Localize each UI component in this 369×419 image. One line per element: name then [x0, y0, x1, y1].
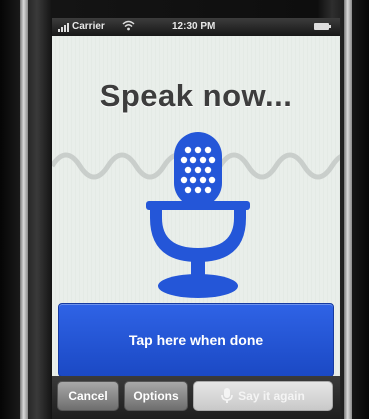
- say-it-again-label: Say it again: [238, 389, 305, 403]
- phone-screen: Carrier 12:30 PM Speak now... Tap here w…: [52, 18, 340, 419]
- options-button[interactable]: Options: [124, 381, 188, 411]
- tap-when-done-button[interactable]: Tap here when done: [58, 303, 334, 377]
- speak-now-heading: Speak now...: [99, 78, 293, 113]
- say-it-again-button[interactable]: Say it again: [193, 381, 333, 411]
- wifi-icon: [122, 20, 135, 34]
- status-time: 12:30 PM: [172, 21, 216, 32]
- microphone-icon: [146, 132, 250, 298]
- carrier-label: Carrier: [72, 21, 105, 32]
- phone-frame-left: [20, 0, 28, 419]
- battery-icon: [314, 23, 331, 30]
- status-bar: Carrier 12:30 PM: [52, 18, 340, 36]
- cancel-button[interactable]: Cancel: [57, 381, 119, 411]
- microphone-icon: [221, 388, 233, 403]
- bottom-toolbar: Cancel Options Say it again: [52, 376, 340, 419]
- phone-frame-right: [344, 0, 352, 419]
- signal-bars-icon: [58, 23, 69, 32]
